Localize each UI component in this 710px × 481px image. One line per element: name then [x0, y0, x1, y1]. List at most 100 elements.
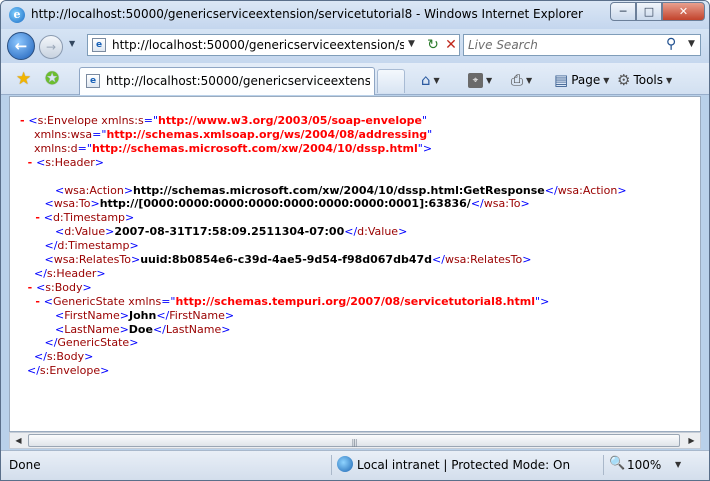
xml-token: > — [617, 183, 627, 197]
feeds-icon: ⌖ — [468, 72, 483, 88]
collapse-toggle[interactable]: - — [20, 211, 44, 224]
page-dropdown-icon: ▼ — [603, 75, 610, 85]
address-bar[interactable]: e http://localhost:50000/genericservicee… — [87, 34, 460, 56]
browser-window: e http://localhost:50000/genericservicee… — [0, 0, 710, 481]
address-dropdown-icon[interactable]: ▼ — [408, 39, 415, 49]
xml-token: > — [119, 322, 129, 336]
xml-line: <FirstName>John</FirstName> — [20, 309, 234, 323]
xml-line: </d:Timestamp> — [20, 239, 138, 253]
xml-token: < — [36, 280, 46, 294]
xml-token: wsa:Action — [557, 183, 618, 197]
scroll-right-icon[interactable]: ▶ — [683, 433, 700, 448]
zoom-level[interactable]: 100% — [627, 458, 661, 472]
recent-pages-dropdown[interactable]: ▼ — [69, 39, 75, 48]
scroll-left-icon[interactable]: ◀ — [10, 433, 27, 448]
maximize-button[interactable]: □ — [636, 2, 662, 21]
printer-icon: ⎙ — [511, 71, 524, 89]
tools-menu-button[interactable]: ⚙ Tools ▼ — [617, 70, 672, 90]
xml-line: </s:Envelope> — [20, 364, 109, 378]
add-favorites-icon[interactable]: ✪ — [45, 69, 59, 89]
tools-dropdown-icon: ▼ — [666, 75, 673, 85]
xml-token: < — [28, 114, 38, 127]
xml-token: </ — [156, 308, 170, 322]
xml-token: uuid:8b0854e6-c39d-4ae5-9d54-f98d067db47… — [140, 253, 433, 266]
address-url[interactable]: http://localhost:50000/genericserviceext… — [112, 38, 404, 52]
horizontal-scrollbar[interactable]: ◀ ||| ▶ — [9, 432, 701, 449]
tools-menu-label: Tools — [633, 73, 664, 87]
xml-token: </ — [544, 183, 558, 197]
page-content[interactable]: - <s:Envelope xmlns:s="http://www.w3.org… — [9, 96, 701, 432]
search-box: ⚲ ▼ — [463, 34, 701, 56]
zoom-icon[interactable]: 🔍 — [609, 456, 625, 471]
page-menu-label: Page — [571, 73, 601, 87]
scroll-thumb[interactable]: ||| — [28, 434, 680, 447]
tab-label: http://localhost:50000/genericserviceext… — [106, 74, 370, 88]
xml-token: s:Body — [45, 280, 83, 294]
address-toolbar: ← → ▼ e http://localhost:50000/genericse… — [1, 29, 709, 63]
feeds-button[interactable]: ⌖ ▼ — [468, 70, 492, 90]
window-controls: ─ □ ✕ — [610, 2, 705, 21]
collapse-toggle[interactable]: - — [20, 295, 44, 308]
zoom-dropdown-icon[interactable]: ▼ — [675, 460, 681, 469]
xml-token: xmlns:s — [97, 114, 144, 127]
close-button[interactable]: ✕ — [662, 2, 705, 21]
xml-token: > — [224, 308, 235, 322]
xml-token: http://schemas.microsoft.com/xw/2004/10/… — [91, 141, 418, 155]
xml-token: > — [100, 364, 110, 378]
xml-token: =" — [92, 127, 107, 141]
xml-token: > — [221, 322, 231, 336]
tab-active[interactable]: e http://localhost:50000/genericservicee… — [79, 67, 375, 95]
xml-token: FirstName — [169, 308, 225, 322]
xml-line: </s:Body> — [20, 350, 93, 364]
search-input[interactable] — [468, 37, 658, 53]
stop-icon: ✕ — [445, 37, 457, 53]
intranet-zone-icon[interactable] — [337, 456, 353, 472]
xml-token: LastName — [165, 322, 222, 336]
refresh-button[interactable]: ↻ — [424, 36, 442, 54]
security-zone[interactable]: Local intranet | Protected Mode: On — [357, 458, 570, 472]
xml-token: > — [94, 155, 104, 169]
xml-token: s:Header — [45, 155, 95, 169]
title-bar[interactable]: e http://localhost:50000/genericservicee… — [1, 1, 709, 29]
collapse-toggle[interactable]: - — [20, 281, 36, 294]
xml-line: <LastName>Doe</LastName> — [20, 322, 231, 337]
feeds-dropdown-icon[interactable]: ▼ — [486, 76, 492, 85]
xml-token: wsa:Action — [64, 183, 124, 197]
search-options-dropdown[interactable]: ▼ — [688, 39, 695, 49]
back-button[interactable]: ← — [7, 32, 35, 60]
page-menu-button[interactable]: ▤ Page ▼ — [554, 70, 609, 90]
xml-token: > — [125, 211, 135, 225]
xml-token: "> — [417, 141, 433, 155]
minimize-button[interactable]: ─ — [610, 2, 636, 21]
stop-button[interactable]: ✕ — [442, 36, 460, 54]
xml-token: </ — [20, 266, 47, 280]
xml-line: <wsa:RelatesTo>uuid:8b0854e6-c39d-4ae5-9… — [20, 253, 531, 267]
forward-button[interactable]: → — [39, 35, 63, 59]
home-icon: ⌂ — [421, 71, 431, 89]
xml-token: " — [422, 114, 428, 127]
xml-token: "> — [535, 294, 550, 308]
print-button[interactable]: ⎙ ▼ — [511, 70, 532, 90]
new-tab-button[interactable] — [377, 69, 405, 93]
search-icon[interactable]: ⚲ — [666, 36, 676, 52]
home-button[interactable]: ⌂ ▼ — [421, 70, 440, 90]
page-icon: e — [92, 38, 106, 52]
xml-token: http://schemas.xmlsoap.org/ws/2004/08/ad… — [106, 127, 428, 141]
xml-token: </ — [470, 197, 484, 211]
xml-line: - <GenericState xmlns="http://schemas.te… — [20, 295, 549, 309]
xml-token: < — [43, 211, 53, 225]
print-dropdown-icon[interactable]: ▼ — [526, 76, 532, 85]
xml-token: http://schemas.tempuri.org/2007/08/servi… — [175, 294, 536, 308]
xml-token: =" — [77, 141, 92, 155]
collapse-toggle[interactable]: - — [20, 156, 36, 169]
home-dropdown-icon[interactable]: ▼ — [434, 76, 440, 85]
xml-token: John — [129, 308, 157, 322]
favorites-center-icon[interactable]: ★ — [16, 69, 31, 89]
xml-token: > — [105, 225, 115, 239]
xml-token: > — [520, 197, 530, 211]
tab-bar: ★ ✪ e http://localhost:50000/genericserv… — [1, 63, 709, 95]
xml-token: > — [96, 266, 106, 280]
xml-line: xmlns:wsa="http://schemas.xmlsoap.org/ws… — [20, 128, 432, 142]
xml-token: http://[0000:0000:0000:0000:0000:0000:00… — [99, 197, 471, 211]
xml-token: </ — [20, 336, 58, 350]
